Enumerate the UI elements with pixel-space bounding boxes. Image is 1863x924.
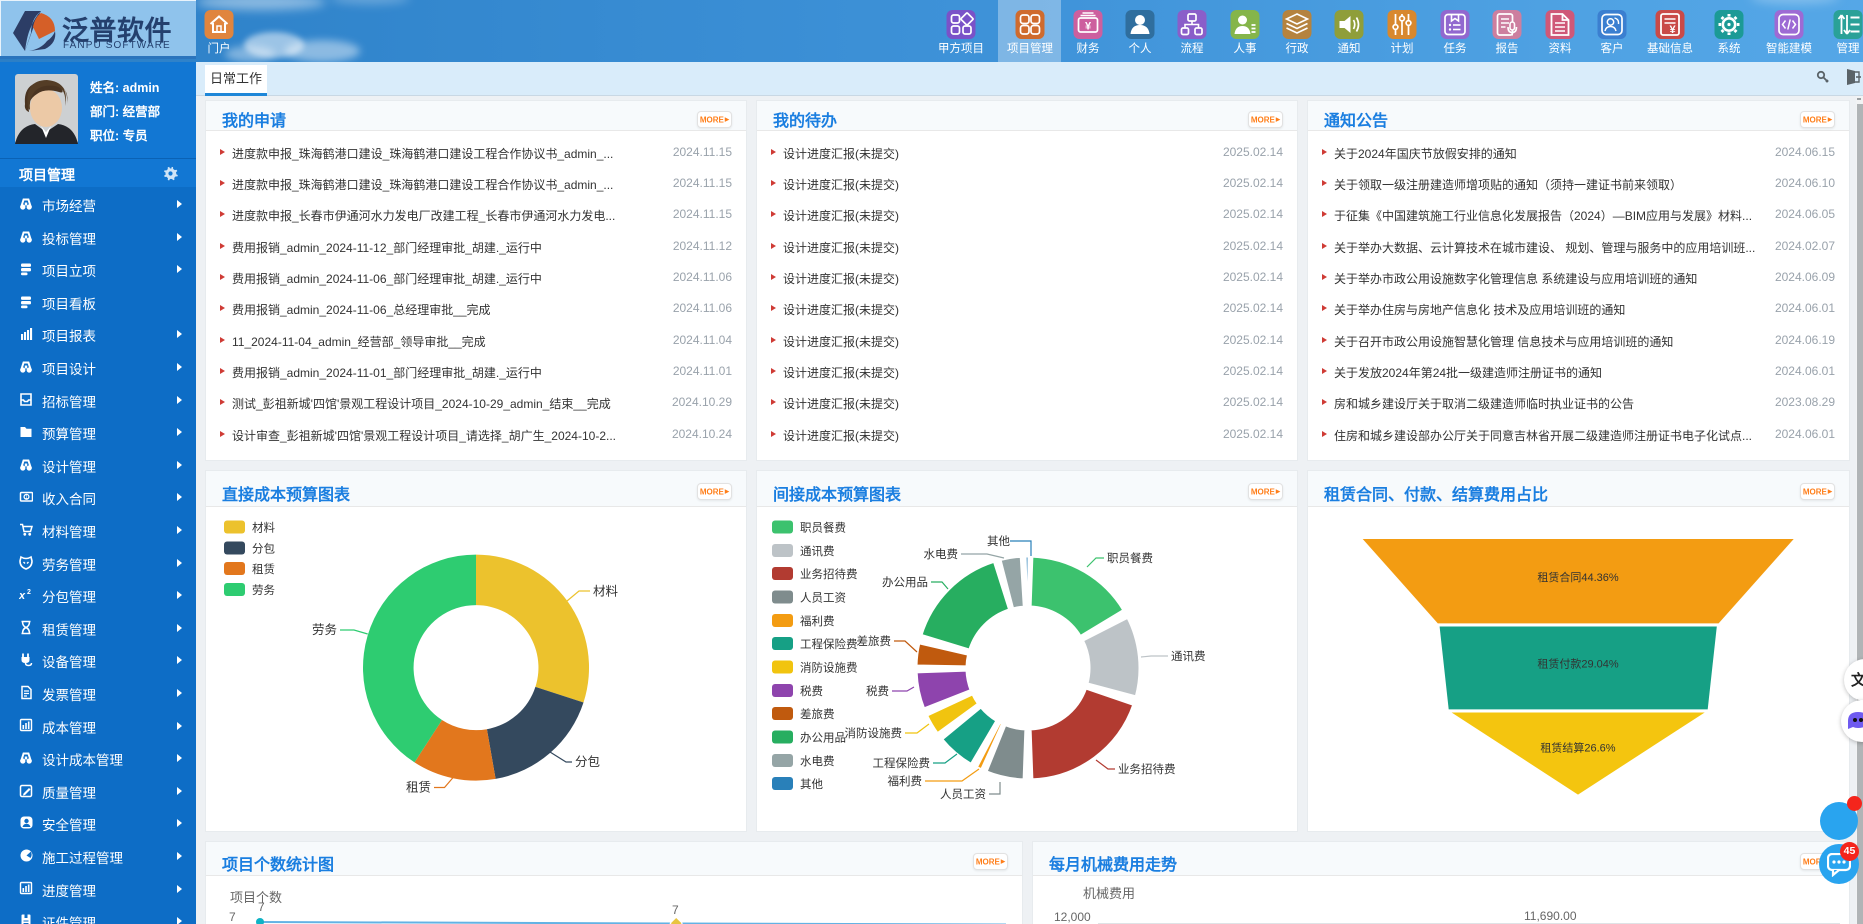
svg-text:分包: 分包 — [575, 755, 600, 769]
svg-text:租赁: 租赁 — [252, 562, 275, 576]
svg-text:¥: ¥ — [1669, 24, 1676, 36]
svg-text:材料: 材料 — [252, 521, 275, 535]
svg-text:差旅费: 差旅费 — [857, 634, 892, 648]
svg-text:¥: ¥ — [1085, 21, 1092, 33]
svg-text:税费: 税费 — [800, 684, 823, 698]
svg-text:职员餐费: 职员餐费 — [800, 521, 846, 535]
svg-text:办公用品: 办公用品 — [882, 575, 928, 589]
svg-text:通讯费: 通讯费 — [1171, 650, 1206, 663]
svg-text:1: 1 — [25, 495, 28, 501]
svg-text:7: 7 — [672, 903, 679, 917]
svg-text:税费: 税费 — [866, 684, 889, 698]
svg-text:材料: 材料 — [593, 585, 619, 599]
svg-text:租赁合同44.36%: 租赁合同44.36% — [1537, 570, 1619, 584]
svg-text:x: x — [19, 590, 26, 602]
svg-text:消防设施费: 消防设施费 — [800, 661, 858, 675]
svg-text:7: 7 — [258, 900, 265, 914]
svg-text:租赁付款29.04%: 租赁付款29.04% — [1537, 657, 1619, 671]
svg-text:分包: 分包 — [252, 543, 275, 556]
svg-text:其他: 其他 — [800, 778, 823, 791]
svg-text:2: 2 — [27, 589, 31, 596]
svg-text:福利费: 福利费 — [888, 774, 923, 788]
svg-text:通讯费: 通讯费 — [800, 545, 835, 558]
svg-text:工程保险费: 工程保险费 — [873, 756, 931, 770]
svg-text:租赁结算26.6%: 租赁结算26.6% — [1540, 741, 1615, 755]
svg-text:其他: 其他 — [987, 535, 1010, 548]
svg-text:劳务: 劳务 — [312, 622, 337, 637]
svg-text:12,000: 12,000 — [1054, 910, 1091, 924]
svg-text:工程保险费: 工程保险费 — [800, 637, 858, 651]
svg-text:机械费用: 机械费用 — [1083, 886, 1135, 901]
svg-text:租赁: 租赁 — [406, 781, 431, 795]
svg-text:差旅费: 差旅费 — [800, 707, 835, 721]
svg-text:业务招待费: 业务招待费 — [800, 567, 858, 581]
svg-text:人员工资: 人员工资 — [800, 592, 846, 605]
svg-text:职员餐费: 职员餐费 — [1107, 551, 1153, 565]
svg-text:11,690.00: 11,690.00 — [1524, 909, 1577, 923]
svg-text:人员工资: 人员工资 — [940, 788, 986, 801]
svg-text:7: 7 — [229, 910, 236, 924]
svg-text:水电费: 水电费 — [800, 755, 835, 768]
svg-text:劳务: 劳务 — [252, 583, 275, 597]
svg-text:办公用品: 办公用品 — [800, 731, 846, 745]
svg-text:福利费: 福利费 — [800, 614, 835, 628]
svg-text:消防设施费: 消防设施费 — [845, 726, 903, 740]
svg-text:水电费: 水电费 — [924, 548, 959, 561]
svg-text:项目个数: 项目个数 — [230, 890, 282, 905]
svg-text:业务招待费: 业务招待费 — [1118, 762, 1176, 776]
